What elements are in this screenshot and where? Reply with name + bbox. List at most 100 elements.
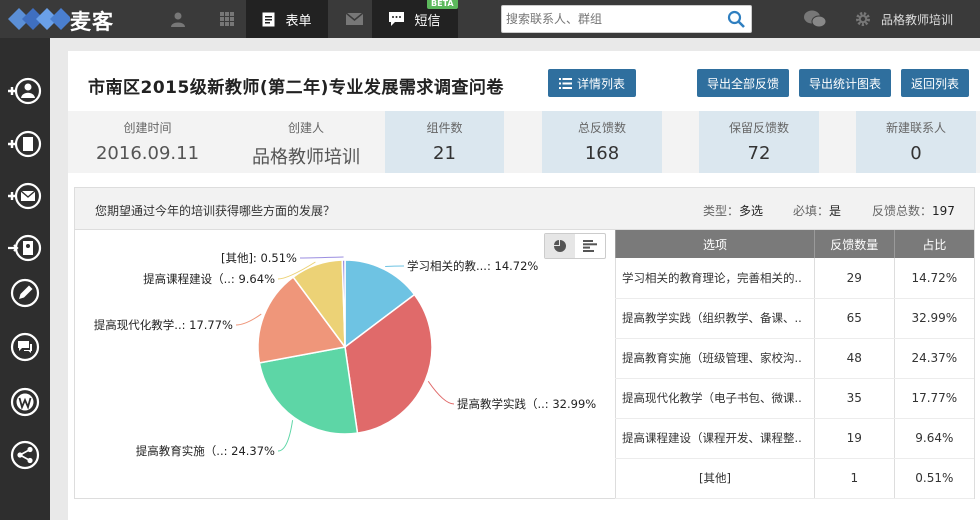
pie-slice-label: 学习相关的教...: 14.72% xyxy=(407,259,538,273)
share-icon[interactable] xyxy=(8,438,42,472)
row-option: 提高课程建设（课程开发、课程整.. xyxy=(615,418,815,459)
row-count: 29 xyxy=(813,258,895,299)
pie-leader-line xyxy=(235,313,262,326)
page-title: 市南区2015级新教师(第二年)专业发展需求调查问卷 xyxy=(88,78,504,98)
question-type-label: 类型： xyxy=(703,204,740,218)
main-panel: 市南区2015级新教师(第二年)专业发展需求调查问卷 详情列表 导出全部反馈 导… xyxy=(68,51,980,520)
detail-list-label: 详情列表 xyxy=(576,76,625,91)
import-contacts-icon[interactable] xyxy=(8,231,42,265)
question-total: 反馈总数：197 xyxy=(872,202,955,219)
search-input[interactable] xyxy=(502,6,717,32)
question-text: 您期望通过今年的培训获得哪些方面的发展？ xyxy=(95,204,336,218)
question-header: 您期望通过今年的培训获得哪些方面的发展？ 类型：多选 必填：是 反馈总数：197 xyxy=(75,188,974,230)
table-row: [其他] 1 0.51% xyxy=(615,458,974,499)
top-bar: 麦客 表单 短信 BETA 品格教师培训 xyxy=(0,0,980,38)
document-icon xyxy=(262,12,275,26)
row-count: 19 xyxy=(813,418,895,459)
stat-value: 品格教师培训 xyxy=(252,147,360,168)
stat-value: 21 xyxy=(433,143,456,164)
search-box xyxy=(501,5,752,33)
pie-leader-line xyxy=(299,256,344,259)
pie-view-button[interactable] xyxy=(545,234,575,258)
export-all-button[interactable]: 导出全部反馈 xyxy=(697,69,789,97)
form-nav[interactable]: 表单 xyxy=(246,0,328,38)
contacts-nav[interactable] xyxy=(156,0,200,38)
row-option: [其他] xyxy=(615,458,815,499)
row-count: 35 xyxy=(813,378,895,419)
row-percent: 0.51% xyxy=(893,458,974,499)
row-percent: 32.99% xyxy=(893,298,974,339)
row-option: 提高教育实施（班级管理、家校沟.. xyxy=(615,338,815,379)
pie-chart: 学习相关的教...: 14.72% 提高教学实践（..: 32.99% 提高教育实施… xyxy=(94,251,596,458)
stat-kept-feedback[interactable]: 保留反馈数 72 xyxy=(699,111,819,173)
table-row: 提高教育实施（班级管理、家校沟.. 48 24.37% xyxy=(615,338,974,379)
row-option: 提高教学实践（组织教学、备课、.. xyxy=(615,298,815,339)
stat-label: 总反馈数 xyxy=(577,121,626,135)
pie-slice-label: [其他]: 0.51% xyxy=(221,251,297,265)
stat-creator: 创建人 品格教师培训 xyxy=(227,111,385,173)
stats-row: 创建时间 2016.09.11 创建人 品格教师培训 组件数 21 总反馈数 1… xyxy=(68,111,980,173)
table-row: 学习相关的教育理论，完善相关的.. 29 14.72% xyxy=(615,258,974,299)
stat-label: 保留反馈数 xyxy=(728,121,789,135)
stat-created-time: 创建时间 2016.09.11 xyxy=(68,111,227,173)
pie-slice-label: 提高课程建设（..: 9.64% xyxy=(143,272,275,286)
settings-nav[interactable] xyxy=(851,0,875,38)
table-row: 提高现代化教学（电子书包、微课.. 35 17.77% xyxy=(615,378,974,419)
row-count: 1 xyxy=(813,458,895,499)
wechat-nav[interactable] xyxy=(800,0,830,38)
add-contact-icon[interactable] xyxy=(8,74,42,108)
stat-label: 组件数 xyxy=(426,121,463,135)
user-name[interactable]: 品格教师培训 xyxy=(881,11,953,28)
add-form-icon[interactable] xyxy=(8,127,42,161)
beta-badge: BETA xyxy=(427,0,458,9)
stat-value: 72 xyxy=(747,143,771,164)
col-count: 反馈数量 xyxy=(813,230,895,258)
apps-nav[interactable] xyxy=(205,0,249,38)
row-count: 48 xyxy=(813,338,895,379)
question-block: 您期望通过今年的培训获得哪些方面的发展？ 类型：多选 必填：是 反馈总数：197… xyxy=(74,187,975,499)
stat-component-count: 组件数 21 xyxy=(385,111,504,173)
add-email-icon[interactable] xyxy=(8,179,42,213)
pie-slice-label: 提高现代化教学..: 17.77% xyxy=(94,318,233,332)
back-to-list-button[interactable]: 返回列表 xyxy=(901,69,969,97)
sms-nav-label: 短信 xyxy=(414,13,441,29)
export-chart-button[interactable]: 导出统计图表 xyxy=(799,69,891,97)
chart-type-toggle xyxy=(544,233,606,259)
form-nav-label: 表单 xyxy=(285,13,312,29)
sidebar xyxy=(0,38,50,520)
row-percent: 17.77% xyxy=(893,378,974,419)
row-option: 学习相关的教育理论，完善相关的.. xyxy=(615,258,815,299)
stat-total-feedback[interactable]: 总反馈数 168 xyxy=(542,111,662,173)
question-required-value: 是 xyxy=(829,204,842,218)
table-row: 提高教学实践（组织教学、备课、.. 65 32.99% xyxy=(615,298,974,339)
bar-chart-icon xyxy=(583,240,597,252)
row-option: 提高现代化教学（电子书包、微课.. xyxy=(615,378,815,419)
stat-label: 创建时间 xyxy=(123,121,172,135)
app-name: 麦客 xyxy=(70,10,114,34)
col-percent: 占比 xyxy=(893,230,974,258)
app-logo[interactable]: 麦客 xyxy=(0,0,140,38)
stat-label: 新建联系人 xyxy=(885,121,946,135)
list-icon xyxy=(558,77,572,89)
edit-icon[interactable] xyxy=(8,276,42,310)
pie-leader-line xyxy=(277,420,294,452)
gear-icon xyxy=(856,12,870,26)
detail-list-button[interactable]: 详情列表 xyxy=(548,69,636,97)
comments-icon[interactable] xyxy=(8,330,42,364)
stat-new-contacts[interactable]: 新建联系人 0 xyxy=(856,111,976,173)
stat-value: 2016.09.11 xyxy=(95,143,200,164)
table-header-row: 选项 反馈数量 占比 xyxy=(615,230,974,258)
wordpress-icon[interactable] xyxy=(8,385,42,419)
mail-nav[interactable] xyxy=(334,0,374,38)
stat-value: 168 xyxy=(584,143,620,164)
grid-icon xyxy=(220,12,234,26)
logo-diamonds-icon xyxy=(8,8,70,30)
results-table: 选项 反馈数量 占比 学习相关的教育理论，完善相关的.. 29 14.72% 提高教… xyxy=(615,230,974,499)
chart-area: 学习相关的教...: 14.72% 提高教学实践（..: 32.99% 提高教育实施… xyxy=(75,230,615,498)
question-required: 必填：是 xyxy=(793,202,841,219)
row-percent: 24.37% xyxy=(893,338,974,379)
person-icon xyxy=(171,12,185,27)
search-icon[interactable] xyxy=(727,10,745,28)
table-row: 提高课程建设（课程开发、课程整.. 19 9.64% xyxy=(615,418,974,459)
bar-view-button[interactable] xyxy=(575,234,605,258)
